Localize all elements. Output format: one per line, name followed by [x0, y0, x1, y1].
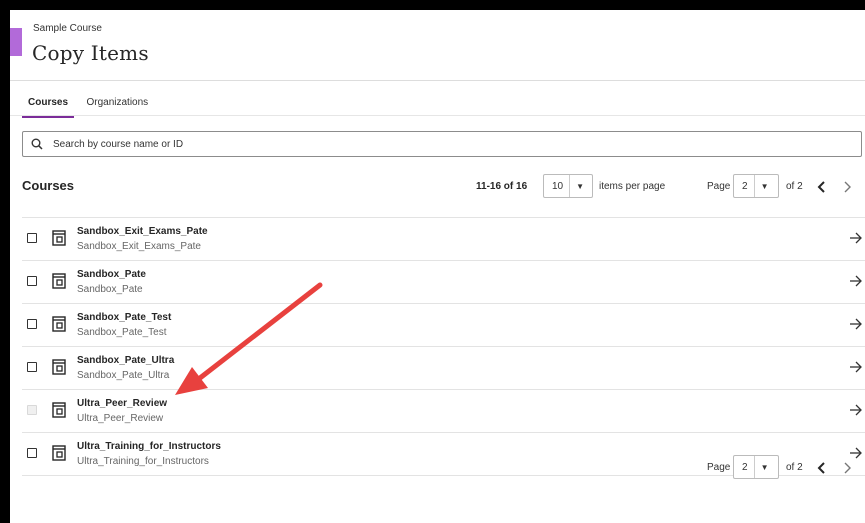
arrow-right-icon[interactable] [849, 318, 863, 330]
course-row[interactable]: Sandbox_Exit_Exams_Pate Sandbox_Exit_Exam… [22, 217, 865, 260]
page-select-value: 2 [734, 175, 755, 197]
items-per-page-select[interactable]: 10 ▼ [543, 174, 593, 198]
chevron-left-icon[interactable] [815, 180, 829, 194]
course-list: Sandbox_Exit_Exams_Pate Sandbox_Exit_Exam… [22, 217, 865, 476]
course-id: Sandbox_Pate [77, 284, 143, 295]
course-checkbox[interactable] [27, 276, 37, 286]
caret-down-icon: ▼ [760, 462, 769, 472]
arrow-right-icon[interactable] [849, 361, 863, 373]
course-icon [52, 316, 66, 332]
course-checkbox[interactable] [27, 448, 37, 458]
caret-down-icon: ▼ [576, 181, 585, 191]
course-name: Sample Course [33, 23, 102, 34]
divider [10, 80, 865, 81]
footer-page-value: 2 [734, 456, 755, 478]
arrow-right-icon[interactable] [849, 447, 863, 459]
arrow-right-icon[interactable] [849, 404, 863, 416]
result-range: 11-16 of 16 [476, 181, 528, 192]
course-title: Ultra_Training_for_Instructors [77, 441, 221, 452]
tab-bar: Courses Organizations [22, 92, 156, 118]
search-box[interactable] [22, 131, 862, 157]
course-checkbox [27, 405, 37, 415]
course-row[interactable]: Ultra_Peer_Review Ultra_Peer_Review [22, 389, 865, 432]
course-row[interactable]: Sandbox_Pate_Test Sandbox_Pate_Test [22, 303, 865, 346]
copy-items-panel: Sample Course Copy Items Courses Organiz… [10, 10, 865, 523]
course-title: Ultra_Peer_Review [77, 398, 168, 409]
course-icon [52, 445, 66, 461]
page-total: of 2 [786, 181, 803, 192]
list-heading: Courses [22, 178, 75, 193]
search-input[interactable] [51, 137, 861, 151]
page-select[interactable]: 2 ▼ [733, 174, 779, 198]
items-per-page-label: items per page [599, 181, 666, 192]
course-icon [52, 402, 66, 418]
page-title: Copy Items [32, 41, 149, 65]
course-title: Sandbox_Exit_Exams_Pate [77, 226, 208, 237]
footer-page-total: of 2 [786, 462, 803, 473]
course-checkbox[interactable] [27, 233, 37, 243]
course-icon [52, 273, 66, 289]
chevron-right-icon[interactable] [840, 461, 854, 475]
chevron-right-icon[interactable] [840, 180, 854, 194]
course-title: Sandbox_Pate_Ultra [77, 355, 175, 366]
footer-page-select[interactable]: 2 ▼ [733, 455, 779, 479]
caret-down-icon: ▼ [760, 181, 769, 191]
divider [10, 115, 865, 116]
course-icon [52, 359, 66, 375]
course-title: Sandbox_Pate_Test [77, 312, 172, 323]
course-icon [52, 230, 66, 246]
search-icon [31, 138, 43, 150]
page-label: Page [707, 181, 731, 192]
course-id: Ultra_Training_for_Instructors [77, 456, 209, 467]
course-checkbox[interactable] [27, 362, 37, 372]
accent-bar [10, 28, 22, 56]
tab-organizations[interactable]: Organizations [80, 97, 154, 115]
arrow-right-icon[interactable] [849, 275, 863, 287]
items-per-page-value: 10 [544, 175, 571, 197]
course-row[interactable]: Sandbox_Pate_Ultra Sandbox_Pate_Ultra [22, 346, 865, 389]
course-id: Sandbox_Exit_Exams_Pate [77, 241, 201, 252]
arrow-right-icon[interactable] [849, 232, 863, 244]
chevron-left-icon[interactable] [815, 461, 829, 475]
course-id: Sandbox_Pate_Test [77, 327, 167, 338]
course-row[interactable]: Sandbox_Pate Sandbox_Pate [22, 260, 865, 303]
course-id: Ultra_Peer_Review [77, 413, 164, 424]
course-title: Sandbox_Pate [77, 269, 146, 280]
footer-page-label: Page [707, 462, 731, 473]
course-id: Sandbox_Pate_Ultra [77, 370, 170, 381]
course-checkbox[interactable] [27, 319, 37, 329]
